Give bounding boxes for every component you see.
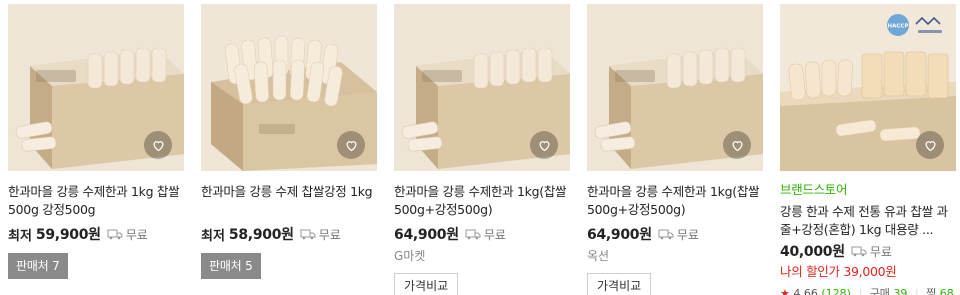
- price: 40,000원: [780, 244, 845, 260]
- product-image[interactable]: [587, 4, 763, 171]
- wishlist-button[interactable]: [144, 131, 172, 159]
- my-discount-price: 나의 할인가 39,000원: [780, 264, 897, 279]
- price: 64,900원: [587, 227, 652, 243]
- product-card[interactable]: HACCP 브랜드스토어 강릉 한과 수제 전통 유과 찹쌀 과줄+강정(혼합)…: [780, 4, 956, 295]
- purchase-count: 39: [893, 287, 908, 295]
- wishlist-button[interactable]: [530, 131, 558, 159]
- product-meta: ★ 4.66 (128) | 구매 39 | 찜 68: [780, 286, 956, 295]
- price-compare-button[interactable]: 가격비교: [587, 273, 652, 295]
- price-row: 최저 58,900원 무료: [201, 224, 377, 244]
- zzim-count: 68: [939, 287, 954, 295]
- product-title[interactable]: 강릉 한과 수제 전통 유과 찹쌀 과줄+강정(혼합) 1kg 대용량 ...: [780, 203, 956, 239]
- truck-icon: [851, 246, 867, 256]
- lowest-label: 최저: [201, 228, 225, 244]
- product-title[interactable]: 한과마을 강릉 수제한과 1kg(찹쌀500g+강정500g): [587, 183, 763, 219]
- seller-count-button[interactable]: 판매처 7: [8, 253, 68, 279]
- wishlist-button[interactable]: [916, 131, 944, 159]
- wishlist-button[interactable]: [723, 131, 751, 159]
- shipping-text: 무료: [125, 227, 148, 242]
- price: 58,900원: [228, 227, 294, 243]
- heart-icon: [731, 140, 743, 151]
- shipping-text: 무료: [483, 227, 506, 242]
- truck-icon: [465, 229, 481, 239]
- price: 64,900원: [394, 227, 459, 243]
- shipping-info: 무료: [851, 243, 892, 260]
- price-row: 64,900원 무료: [587, 224, 763, 244]
- product-title[interactable]: 한과마을 강릉 수제한과 1kg(찹쌀500g+강정500g): [394, 183, 570, 219]
- price-compare-button[interactable]: 가격비교: [394, 273, 459, 295]
- heart-icon: [345, 140, 357, 151]
- truck-icon: [658, 229, 674, 239]
- mall-name[interactable]: 옥션: [587, 247, 763, 265]
- brand-store-label[interactable]: 브랜드스토어: [780, 181, 956, 199]
- wishlist-button[interactable]: [337, 131, 365, 159]
- shipping-info: 무료: [300, 226, 341, 243]
- price-row: 64,900원 무료: [394, 224, 570, 244]
- product-image[interactable]: [394, 4, 570, 171]
- shipping-text: 무료: [318, 227, 341, 242]
- purchase-label: 구매: [869, 287, 890, 295]
- divider: |: [914, 287, 919, 295]
- haccp-badge: HACCP: [886, 10, 950, 40]
- seller-count-button[interactable]: 판매처 5: [201, 253, 261, 279]
- divider: |: [858, 287, 863, 295]
- product-card[interactable]: 한과마을 강릉 수제한과 1kg(찹쌀500g+강정500g) 64,900원 …: [394, 4, 570, 295]
- review-count[interactable]: (128): [821, 287, 851, 295]
- price: 59,900원: [35, 227, 101, 243]
- zzim-label: 찜: [926, 287, 937, 295]
- heart-icon: [924, 140, 936, 151]
- product-image[interactable]: HACCP: [780, 4, 956, 171]
- price-row: 40,000원 무료: [780, 241, 956, 261]
- product-title[interactable]: 한과마을 강릉 수제한과 1kg 찹쌀500g 강정500g: [8, 183, 184, 219]
- heart-icon: [538, 140, 550, 151]
- product-image[interactable]: [8, 4, 184, 171]
- shipping-text: 무료: [869, 244, 892, 259]
- rating-value: 4.66: [793, 287, 818, 295]
- product-title[interactable]: 한과마을 강릉 수제 찹쌀강정 1kg: [201, 183, 377, 219]
- truck-icon: [300, 229, 316, 239]
- haccp-badge-text: HACCP: [888, 24, 909, 30]
- shipping-text: 무료: [676, 227, 699, 242]
- product-card[interactable]: 한과마을 강릉 수제한과 1kg 찹쌀500g 강정500g 최저 59,900…: [8, 4, 184, 295]
- product-card[interactable]: 한과마을 강릉 수제 찹쌀강정 1kg 최저 58,900원 무료 판매처 5: [201, 4, 377, 295]
- shipping-info: 무료: [107, 226, 148, 243]
- truck-icon: [107, 229, 123, 239]
- shipping-info: 무료: [658, 226, 699, 243]
- lowest-label: 최저: [8, 228, 32, 244]
- price-row: 최저 59,900원 무료: [8, 224, 184, 244]
- product-image[interactable]: [201, 4, 377, 171]
- star-icon: ★: [780, 287, 790, 295]
- product-card[interactable]: 한과마을 강릉 수제한과 1kg(찹쌀500g+강정500g) 64,900원 …: [587, 4, 763, 295]
- heart-icon: [152, 140, 164, 151]
- mall-name[interactable]: G마켓: [394, 247, 570, 265]
- shipping-info: 무료: [465, 226, 506, 243]
